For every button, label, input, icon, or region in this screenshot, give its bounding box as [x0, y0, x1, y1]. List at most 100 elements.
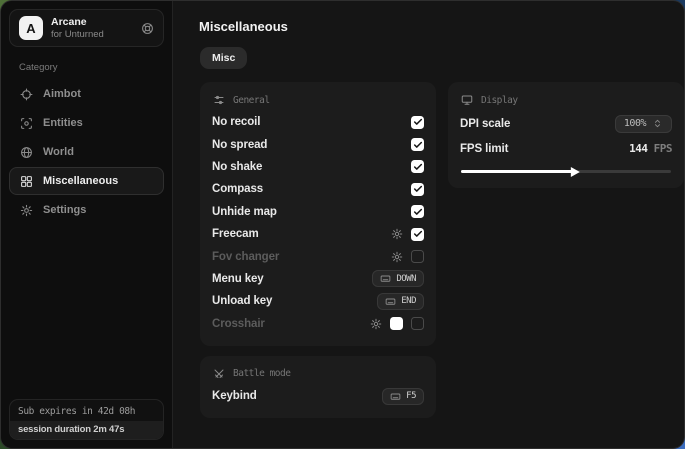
- sidebar: A Arcane for Unturned Category Aimbot Ent…: [1, 1, 173, 448]
- setting-label: No spread: [212, 139, 267, 151]
- tab-misc[interactable]: Misc: [200, 47, 247, 69]
- battle-panel-title: Battle mode: [233, 368, 290, 379]
- sidebar-item-label: Entities: [43, 117, 83, 129]
- setting-controls: [411, 160, 424, 173]
- setting-label: Crosshair: [212, 318, 265, 330]
- fps-limit-label: FPS limit: [460, 143, 508, 155]
- dpi-scale-row: DPI scale 100%: [460, 111, 672, 136]
- battle-panel-header: Battle mode: [213, 368, 424, 380]
- fps-limit-row: FPS limit 144 FPS: [460, 136, 672, 161]
- setting-controls: F5: [382, 388, 424, 405]
- setting-controls: [411, 183, 424, 196]
- display-panel: Display DPI scale 100% FPS limit 144: [448, 82, 684, 188]
- chevrons-up-down-icon: [652, 118, 663, 129]
- sidebar-item-settings[interactable]: Settings: [9, 196, 164, 224]
- app-subtitle: for Unturned: [51, 29, 133, 40]
- main-content: Miscellaneous Misc General No recoil No s…: [173, 1, 685, 448]
- setting-controls: [391, 250, 424, 263]
- gear-icon: [20, 204, 33, 217]
- sidebar-item-label: World: [43, 146, 74, 158]
- setting-label: Freecam: [212, 228, 259, 240]
- setting-label: Unload key: [212, 295, 272, 307]
- checkbox[interactable]: [411, 317, 424, 330]
- app-window: A Arcane for Unturned Category Aimbot Ent…: [0, 0, 685, 449]
- avatar: A: [19, 16, 43, 40]
- keybind-button[interactable]: DOWN: [372, 270, 424, 287]
- setting-controls: [411, 205, 424, 218]
- checkbox[interactable]: [411, 138, 424, 151]
- app-title: Arcane: [51, 16, 133, 29]
- setting-controls: [391, 228, 424, 241]
- display-panel-header: Display: [461, 94, 672, 106]
- setting-row: Compass: [212, 178, 424, 200]
- setting-row: Crosshair: [212, 313, 424, 335]
- sidebar-item-label: Miscellaneous: [43, 175, 118, 187]
- checkbox[interactable]: [411, 160, 424, 173]
- setting-row: No recoil: [212, 111, 424, 133]
- sidebar-item-aimbot[interactable]: Aimbot: [9, 80, 164, 108]
- sidebar-item-miscellaneous[interactable]: Miscellaneous: [9, 167, 164, 195]
- setting-label: Menu key: [212, 273, 264, 285]
- display-panel-title: Display: [481, 95, 518, 106]
- setting-controls: [411, 138, 424, 151]
- setting-row: Unhide map: [212, 201, 424, 223]
- general-rows: No recoil No spread No shake Compass Unhide …: [212, 111, 424, 335]
- general-panel-title: General: [233, 95, 270, 106]
- checkbox[interactable]: [411, 250, 424, 263]
- logo-card: A Arcane for Unturned: [9, 9, 164, 47]
- checkbox[interactable]: [411, 228, 424, 241]
- sidebar-nav: Aimbot Entities World Miscellaneous Settings: [9, 80, 164, 224]
- dpi-scale-value: 100%: [624, 118, 646, 129]
- keyboard-icon: [385, 296, 396, 307]
- sub-expires-text: Sub expires in 42d 08h: [10, 400, 163, 421]
- sidebar-item-world[interactable]: World: [9, 138, 164, 166]
- dpi-scale-select[interactable]: 100%: [615, 115, 672, 133]
- setting-row: No shake: [212, 156, 424, 178]
- category-label: Category: [19, 62, 154, 73]
- sidebar-item-label: Settings: [43, 204, 86, 216]
- scan-icon: [20, 117, 33, 130]
- keybind-button[interactable]: END: [377, 293, 424, 310]
- setting-label: No recoil: [212, 116, 260, 128]
- tabbar: Misc: [200, 47, 684, 69]
- monitor-icon: [461, 94, 473, 106]
- slider-thumb[interactable]: [571, 167, 580, 177]
- gear-icon[interactable]: [391, 228, 403, 240]
- setting-controls: DOWN: [372, 270, 424, 287]
- panel-columns: General No recoil No spread No shake Compas…: [200, 82, 684, 418]
- gear-icon[interactable]: [391, 251, 403, 263]
- gear-icon[interactable]: [370, 318, 382, 330]
- setting-controls: [411, 116, 424, 129]
- setting-label: Unhide map: [212, 206, 277, 218]
- session-duration-text: session duration 2m 47s: [10, 421, 163, 439]
- setting-row: Menu key DOWN: [212, 268, 424, 290]
- sidebar-item-label: Aimbot: [43, 88, 81, 100]
- sidebar-item-entities[interactable]: Entities: [9, 109, 164, 137]
- general-panel: General No recoil No spread No shake Compas…: [200, 82, 436, 346]
- setting-label: Fov changer: [212, 251, 279, 263]
- keybind-button[interactable]: F5: [382, 388, 424, 405]
- setting-controls: END: [377, 293, 424, 310]
- setting-row: Unload key END: [212, 290, 424, 312]
- checkbox[interactable]: [411, 205, 424, 218]
- fps-unit: FPS: [654, 142, 672, 155]
- logo-text: Arcane for Unturned: [51, 16, 133, 40]
- page-title: Miscellaneous: [199, 19, 684, 34]
- color-swatch[interactable]: [390, 317, 403, 330]
- sliders-icon: [213, 94, 225, 106]
- checkbox[interactable]: [411, 116, 424, 129]
- right-column: Display DPI scale 100% FPS limit 144: [448, 82, 684, 418]
- checkbox[interactable]: [411, 183, 424, 196]
- lifebuoy-icon[interactable]: [141, 22, 154, 35]
- setting-row: No spread: [212, 133, 424, 155]
- setting-label: Compass: [212, 183, 263, 195]
- keybind-value: F5: [406, 391, 416, 401]
- keybind-value: END: [401, 296, 416, 306]
- setting-label: No shake: [212, 161, 262, 173]
- fps-limit-slider[interactable]: [461, 170, 671, 173]
- battle-rows: KeybindF5: [212, 385, 424, 407]
- crosshair-icon: [20, 88, 33, 101]
- setting-row: Freecam: [212, 223, 424, 245]
- slider-fill: [461, 170, 574, 173]
- setting-controls: [370, 317, 424, 330]
